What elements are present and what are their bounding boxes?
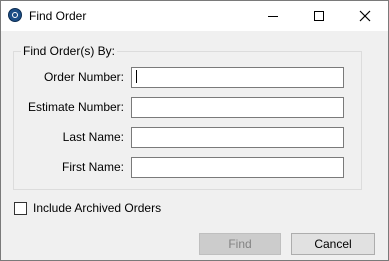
maximize-icon bbox=[314, 11, 324, 21]
title-bar[interactable]: Find Order bbox=[1, 1, 388, 31]
search-criteria-legend: Find Order(s) By: bbox=[21, 44, 118, 58]
first-name-label: First Name: bbox=[61, 160, 124, 174]
minimize-icon bbox=[268, 16, 278, 17]
text-caret bbox=[136, 70, 137, 83]
maximize-button[interactable] bbox=[296, 1, 342, 31]
cancel-button[interactable]: Cancel bbox=[291, 233, 375, 255]
last-name-input[interactable] bbox=[131, 127, 344, 148]
order-number-input[interactable] bbox=[131, 67, 344, 88]
window-title: Find Order bbox=[29, 9, 87, 23]
estimate-number-input[interactable] bbox=[131, 97, 344, 118]
first-name-input[interactable] bbox=[131, 157, 344, 178]
estimate-number-label: Estimate Number: bbox=[27, 100, 124, 114]
last-name-label: Last Name: bbox=[62, 130, 124, 144]
order-number-label: Order Number: bbox=[43, 70, 124, 84]
close-icon bbox=[359, 10, 371, 22]
app-icon bbox=[8, 8, 22, 22]
include-archived-checkbox[interactable] bbox=[14, 202, 27, 215]
find-button[interactable]: Find bbox=[199, 233, 281, 255]
close-button[interactable] bbox=[342, 1, 388, 31]
find-order-dialog: Find Order Find Order(s) By: Order Numbe… bbox=[0, 0, 389, 261]
minimize-button[interactable] bbox=[250, 1, 296, 31]
include-archived-label[interactable]: Include Archived Orders bbox=[33, 201, 161, 215]
